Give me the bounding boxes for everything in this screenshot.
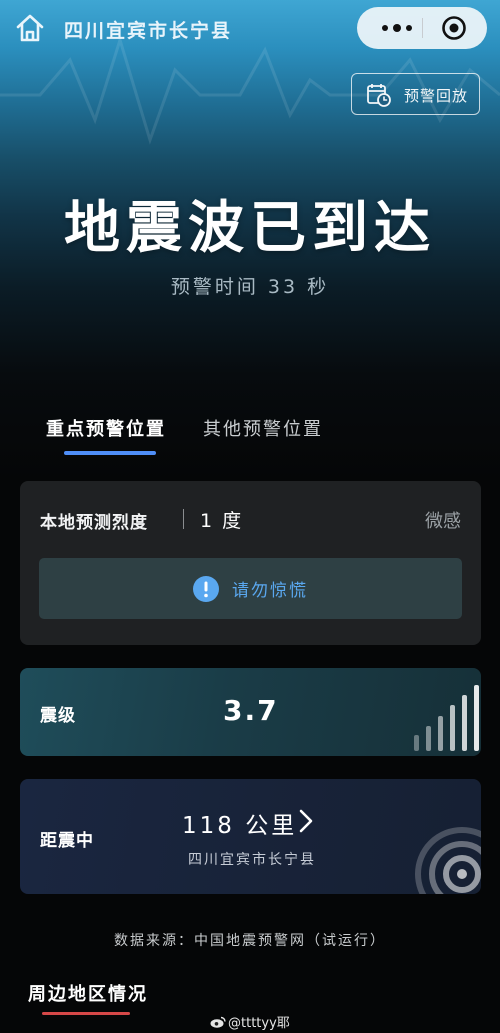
watermark-text: @ttttyy耶 bbox=[228, 1016, 290, 1031]
distance-card[interactable]: 距震中 118 公里 四川宜宾市长宁县 bbox=[20, 779, 481, 894]
intensity-value: 1 度 bbox=[200, 510, 244, 532]
signal-bars-icon bbox=[414, 685, 479, 751]
data-source-note: 数据来源：中国地震预警网（试运行） bbox=[114, 933, 386, 949]
top-bar: 四川宜宾市长宁县 bbox=[0, 0, 500, 58]
magnitude-value: 3.7 bbox=[223, 694, 279, 727]
notice-box: 请勿惊慌 bbox=[39, 558, 462, 619]
intensity-card: 本地预测烈度 1 度 微感 请勿惊慌 bbox=[20, 481, 481, 645]
section-title-underline bbox=[42, 1012, 130, 1015]
active-tab-indicator bbox=[64, 451, 156, 455]
surroundings-section-title[interactable]: 周边地区情况 bbox=[28, 980, 148, 1006]
warning-replay-button[interactable]: 预警回放 bbox=[351, 73, 480, 115]
tab-key-locations[interactable]: 重点预警位置 bbox=[46, 415, 166, 441]
more-dots-icon[interactable] bbox=[377, 19, 417, 37]
replay-button-label: 预警回放 bbox=[404, 87, 469, 105]
exclamation-circle-icon bbox=[193, 576, 219, 602]
chevron-right-icon[interactable] bbox=[295, 808, 317, 834]
capsule-divider bbox=[422, 18, 423, 38]
calendar-clock-icon bbox=[367, 84, 391, 107]
magnitude-label: 震级 bbox=[40, 706, 76, 726]
tab-other-locations[interactable]: 其他预警位置 bbox=[203, 415, 323, 441]
weibo-logo-icon bbox=[210, 1016, 226, 1028]
watermark: @ttttyy耶 bbox=[210, 1012, 290, 1031]
target-circle-icon[interactable] bbox=[441, 15, 467, 41]
alert-headline: 地震波已到达 bbox=[64, 195, 436, 261]
warning-time: 预警时间 33 秒 bbox=[170, 276, 330, 298]
notice-text: 请勿惊慌 bbox=[232, 581, 308, 601]
epicenter-place: 四川宜宾市长宁县 bbox=[188, 852, 316, 868]
concentric-rings-icon bbox=[415, 827, 481, 894]
intensity-description: 微感 bbox=[425, 511, 461, 532]
location-title: 四川宜宾市长宁县 bbox=[64, 20, 233, 42]
mini-program-capsule bbox=[357, 7, 487, 49]
home-icon[interactable] bbox=[14, 12, 46, 44]
magnitude-card: 震级 3.7 bbox=[20, 668, 481, 756]
distance-value: 118 公里 bbox=[182, 813, 298, 839]
intensity-label: 本地预测烈度 bbox=[40, 513, 148, 533]
distance-label: 距震中 bbox=[40, 831, 94, 851]
intensity-divider bbox=[183, 509, 184, 529]
